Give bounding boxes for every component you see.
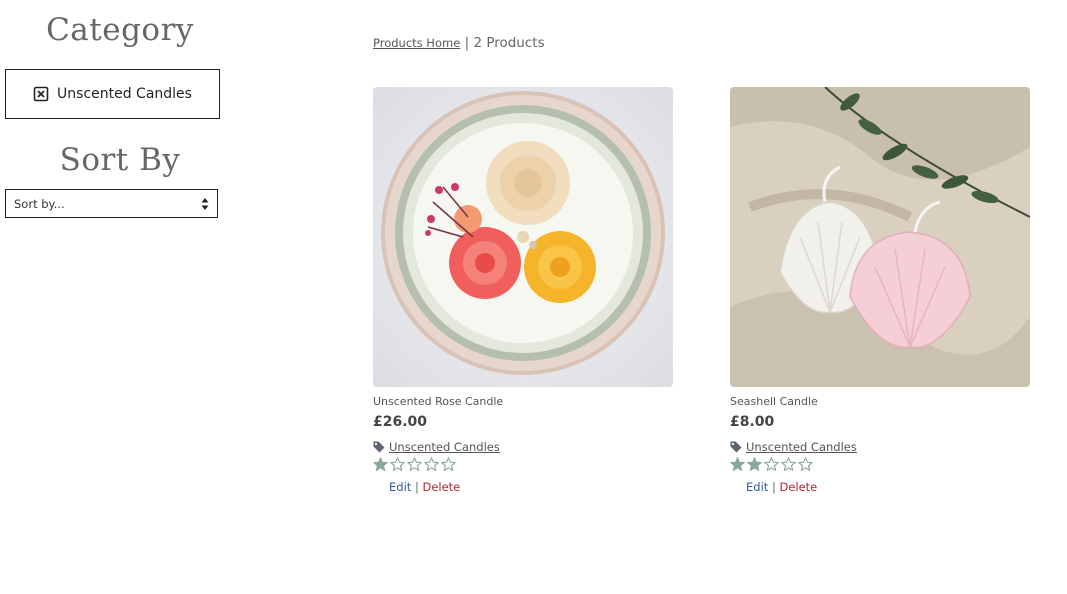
product-actions: Edit | Delete [730,480,1030,494]
star-empty-icon[interactable] [781,457,796,472]
product-category-link[interactable]: Unscented Candles [389,440,500,454]
breadcrumb-separator: | [464,35,470,51]
edit-link[interactable]: Edit [746,480,768,494]
actions-separator: | [771,480,776,494]
product-image-seashell-candle[interactable] [730,87,1030,387]
product-image-rose-candle[interactable] [373,87,673,387]
product-card: Unscented Rose Candle £26.00 Unscented C… [373,87,673,494]
tag-icon [730,441,742,453]
product-price: £26.00 [373,414,428,430]
star-empty-icon[interactable] [441,457,456,472]
rating-stars [373,457,673,472]
active-category-label: Unscented Candles [57,86,192,102]
sort-select[interactable]: Sort by... [5,189,218,218]
product-category-link[interactable]: Unscented Candles [746,440,857,454]
star-empty-icon[interactable] [407,457,422,472]
star-empty-icon[interactable] [798,457,813,472]
updown-arrows-icon [201,197,209,211]
tag-icon [373,441,385,453]
actions-separator: | [414,480,419,494]
star-empty-icon[interactable] [764,457,779,472]
product-category: Unscented Candles [730,440,1030,454]
delete-link[interactable]: Delete [422,480,460,494]
sort-select-value: Sort by... [14,196,65,211]
star-empty-icon[interactable] [390,457,405,472]
product-actions: Edit | Delete [373,480,673,494]
close-icon [33,86,49,102]
delete-link[interactable]: Delete [779,480,817,494]
rating-stars [730,457,1030,472]
products-home-link[interactable]: Products Home [373,36,460,50]
edit-link[interactable]: Edit [389,480,411,494]
product-count: 2 Products [473,35,545,51]
star-filled-icon[interactable] [373,457,388,472]
product-name[interactable]: Unscented Rose Candle [373,395,673,408]
category-heading: Category [46,12,194,48]
star-filled-icon[interactable] [730,457,745,472]
star-empty-icon[interactable] [424,457,439,472]
breadcrumb: Products Home | 2 Products [373,35,545,51]
product-category: Unscented Candles [373,440,673,454]
product-name[interactable]: Seashell Candle [730,395,1030,408]
product-card: Seashell Candle £8.00 Unscented Candles … [730,87,1030,494]
star-filled-icon[interactable] [747,457,762,472]
remove-category-filter-button[interactable]: Unscented Candles [5,69,220,119]
product-price: £8.00 [730,414,775,430]
sort-heading: Sort By [59,142,181,178]
